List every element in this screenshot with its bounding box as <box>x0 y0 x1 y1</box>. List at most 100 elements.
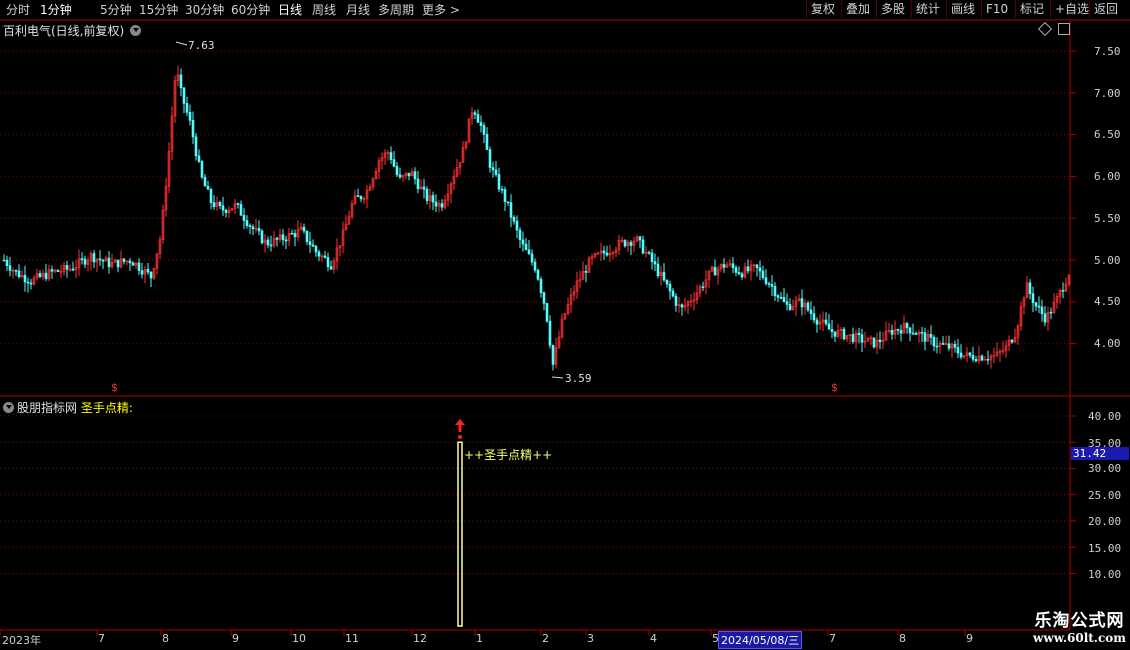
candle-body <box>860 334 864 343</box>
candle-body <box>857 332 861 336</box>
candle-body <box>218 202 222 206</box>
candle-body <box>203 176 207 187</box>
window-icon[interactable] <box>1058 23 1070 35</box>
candle-body <box>191 120 195 138</box>
candle-body <box>323 255 327 258</box>
x-label: 4 <box>650 632 657 645</box>
candle-body <box>200 161 204 178</box>
candle-body <box>1028 282 1032 294</box>
candle-body <box>1049 311 1053 314</box>
candle-body <box>224 209 228 213</box>
candle-body <box>473 112 477 115</box>
candle-body <box>932 336 936 347</box>
y-tick: 6.50 <box>1094 128 1121 141</box>
candle-body <box>647 251 651 254</box>
up-arrow-icon <box>455 419 465 432</box>
candle-body <box>1040 306 1044 315</box>
ind-y-tick: 25.00 <box>1088 489 1122 502</box>
candle-body <box>734 267 738 273</box>
candle-body <box>650 252 654 262</box>
dollar-marker-icon: $ <box>111 381 118 394</box>
chevron-down-icon[interactable] <box>130 25 142 36</box>
candle-body <box>137 262 141 271</box>
candle-body <box>257 227 261 232</box>
x-label: 8 <box>162 632 169 645</box>
candle-body <box>251 226 255 230</box>
candle-body <box>923 332 927 342</box>
candle-body <box>761 270 765 278</box>
candle-body <box>584 271 588 273</box>
high-price-label: 7.63 <box>188 39 215 52</box>
candle-body <box>248 225 252 228</box>
candle-body <box>212 202 216 207</box>
candle-body <box>506 201 510 204</box>
candle-body <box>890 329 894 335</box>
candle-body <box>329 266 333 270</box>
candle-body <box>665 279 669 285</box>
candle-body <box>38 273 42 277</box>
watermark-title: 乐淘公式网 <box>1034 611 1125 631</box>
candle-body <box>1010 339 1014 343</box>
candle-body <box>44 272 48 280</box>
candle-body <box>149 271 153 279</box>
candle-body <box>980 355 984 361</box>
x-label: 11 <box>345 632 359 645</box>
chart-title: 百利电气(日线,前复权) <box>3 22 142 39</box>
candle-body <box>92 253 96 263</box>
candle-body <box>623 240 627 247</box>
candle-body <box>395 166 399 176</box>
candle-body <box>116 259 120 268</box>
candle-body <box>806 302 810 311</box>
candle-body <box>671 290 675 297</box>
candle-body <box>737 272 741 275</box>
candle-body <box>488 149 492 168</box>
indicator-formula: 圣手点精: <box>80 401 133 415</box>
candle-body <box>356 195 360 197</box>
candle-body <box>485 133 489 150</box>
candle-body <box>662 272 666 281</box>
candle-body <box>986 358 990 361</box>
stock-name: 百利电气(日线,前复权) <box>3 24 125 38</box>
candle-body <box>653 261 657 265</box>
candle-body <box>71 268 75 271</box>
candle-body <box>542 292 546 304</box>
x-label: 2023年 <box>2 634 41 647</box>
indicator-name: 股朋指标网 <box>17 401 78 415</box>
candle-body <box>497 174 501 190</box>
candle-body <box>326 257 330 267</box>
candle-body <box>827 323 831 330</box>
x-label: 3 <box>587 632 594 645</box>
candle-body <box>779 297 783 299</box>
candle-body <box>185 103 189 113</box>
candle-body <box>722 264 726 268</box>
candle-body <box>1061 290 1065 292</box>
candle-body <box>131 262 135 266</box>
ind-y-tick: 15.00 <box>1088 542 1122 555</box>
candle-body <box>896 329 900 331</box>
candle-body <box>416 178 420 190</box>
candle-body <box>122 258 126 262</box>
candle-body <box>389 152 393 160</box>
x-label: 9 <box>232 632 239 645</box>
candle-body <box>521 239 525 245</box>
chevron-down-icon[interactable] <box>3 402 14 413</box>
x-label: 9 <box>966 632 973 645</box>
candle-body <box>509 202 513 218</box>
candle-body <box>602 250 606 254</box>
candle-body <box>935 345 939 348</box>
watermark: 乐淘公式网 www.60lt.com <box>1033 606 1126 645</box>
candle-body <box>908 327 912 334</box>
candle-body <box>398 174 402 178</box>
candle-body <box>494 169 498 175</box>
candle-body <box>941 343 945 345</box>
candle-body <box>959 352 963 358</box>
chart-canvas[interactable] <box>0 0 1130 650</box>
candle-body <box>605 252 609 256</box>
candle-body <box>209 189 213 203</box>
candle-body <box>812 313 816 321</box>
crosshair-date-label: 2024/05/08/三 <box>718 631 803 649</box>
candle-body <box>842 328 846 340</box>
candle-body <box>56 269 60 272</box>
candle-body <box>29 282 33 285</box>
y-tick: 4.00 <box>1094 337 1121 350</box>
